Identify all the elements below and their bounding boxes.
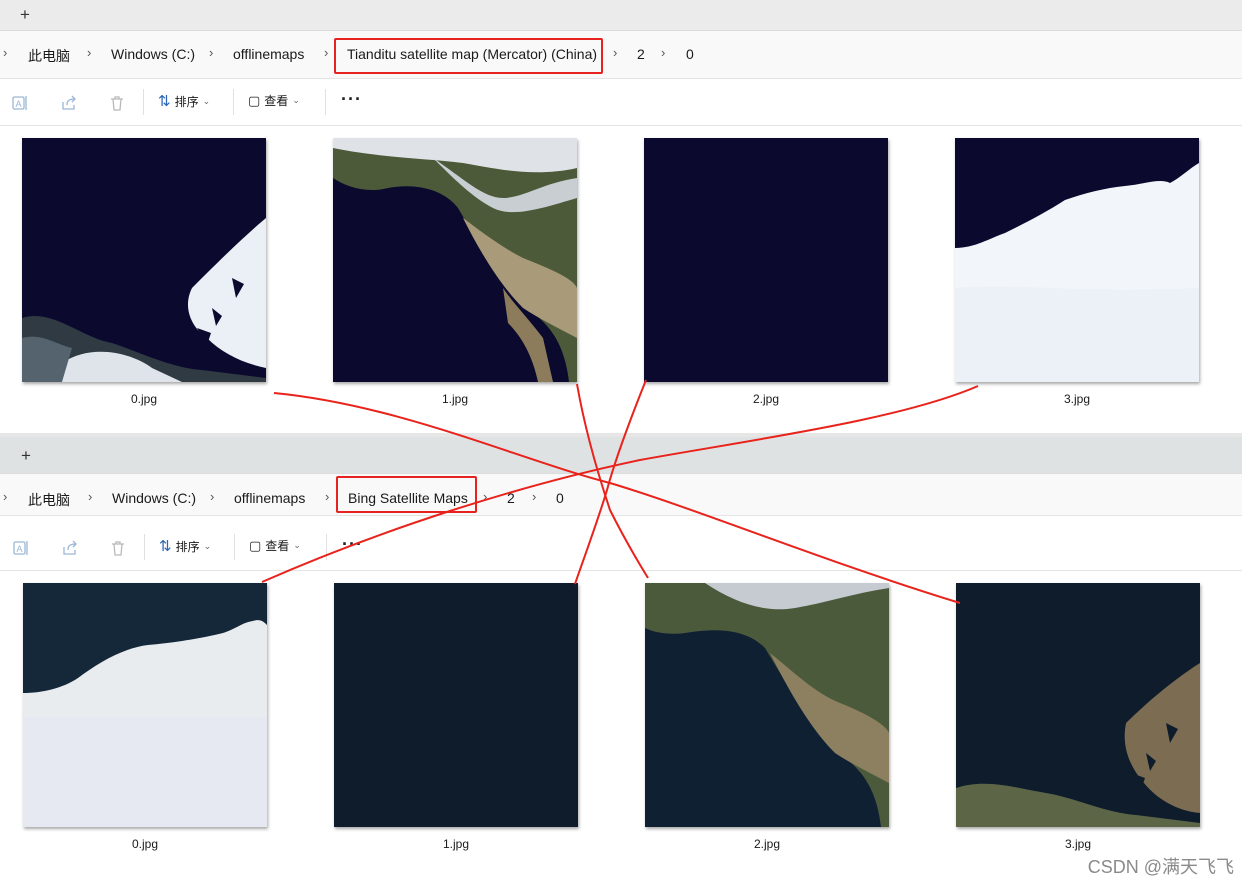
chevron-right-icon[interactable]: › bbox=[324, 45, 328, 60]
sort-label: 排序 bbox=[175, 539, 200, 554]
explorer-window-bing: + › 此电脑 › Windows (C:) › offlinemaps › B… bbox=[0, 437, 1242, 885]
file-name[interactable]: 0.jpg bbox=[23, 837, 267, 851]
file-name[interactable]: 1.jpg bbox=[334, 837, 578, 851]
breadcrumb-zoom-level[interactable]: 2 bbox=[637, 46, 645, 62]
breadcrumb-drive-c[interactable]: Windows (C:) bbox=[111, 46, 195, 62]
breadcrumb-this-pc[interactable]: 此电脑 bbox=[28, 490, 70, 510]
chevron-right-icon[interactable]: › bbox=[87, 45, 91, 60]
chevron-down-icon: ⌄ bbox=[292, 95, 300, 105]
sort-button[interactable]: ⇅ 排序 ⌄ bbox=[159, 537, 211, 555]
chevron-down-icon: ⌄ bbox=[203, 540, 212, 551]
chevron-right-icon[interactable]: › bbox=[210, 489, 214, 504]
svg-text:A: A bbox=[16, 544, 22, 554]
more-icon[interactable]: ··· bbox=[342, 534, 363, 555]
share-icon[interactable] bbox=[60, 94, 78, 112]
file-thumbnail-2[interactable] bbox=[644, 138, 888, 382]
file-name[interactable]: 2.jpg bbox=[645, 837, 889, 851]
view-label: 查看 bbox=[265, 539, 290, 553]
breadcrumb-drive-c[interactable]: Windows (C:) bbox=[112, 490, 196, 506]
sort-icon: ⇅ bbox=[158, 93, 171, 110]
file-thumbnail-0[interactable] bbox=[23, 583, 267, 827]
file-thumbnail-3[interactable] bbox=[956, 583, 1200, 827]
view-icon: ▢ bbox=[248, 92, 261, 108]
breadcrumb-offlinemaps[interactable]: offlinemaps bbox=[234, 490, 305, 506]
command-bar: A ⇅ 排序 ⌄ ▢ 查看 ⌄ ··· bbox=[0, 524, 1242, 571]
view-icon: ▢ bbox=[249, 537, 262, 553]
share-icon[interactable] bbox=[61, 539, 79, 557]
toolbar-separator bbox=[234, 534, 235, 560]
new-tab-button[interactable]: + bbox=[14, 4, 36, 26]
file-name[interactable]: 0.jpg bbox=[22, 392, 266, 406]
watermark: CSDN @满天飞飞 bbox=[1087, 857, 1234, 877]
highlight-box bbox=[334, 38, 603, 74]
address-bar: › 此电脑 › Windows (C:) › offlinemaps › Tia… bbox=[0, 31, 1242, 79]
command-bar: A ⇅ 排序 ⌄ ▢ 查看 ⌄ ··· bbox=[0, 79, 1242, 126]
view-button[interactable]: ▢ 查看 ⌄ bbox=[248, 92, 300, 109]
file-thumbnail-1[interactable] bbox=[334, 583, 578, 827]
address-bar: › 此电脑 › Windows (C:) › offlinemaps › Bin… bbox=[0, 474, 1242, 516]
breadcrumb-row[interactable]: 0 bbox=[556, 490, 564, 506]
chevron-down-icon: ⌄ bbox=[293, 540, 301, 550]
view-label: 查看 bbox=[264, 94, 289, 108]
file-name[interactable]: 2.jpg bbox=[644, 392, 888, 406]
file-name[interactable]: 3.jpg bbox=[955, 392, 1199, 406]
file-thumbnail-0[interactable] bbox=[22, 138, 266, 382]
chevron-right-icon[interactable]: › bbox=[613, 45, 617, 60]
explorer-window-tianditu: + › 此电脑 › Windows (C:) › offlinemaps › T… bbox=[0, 0, 1242, 433]
chevron-right-icon[interactable]: › bbox=[661, 45, 665, 60]
file-thumbnail-2[interactable] bbox=[645, 583, 889, 827]
chevron-right-icon[interactable]: › bbox=[325, 489, 329, 504]
rename-icon[interactable]: A bbox=[12, 539, 30, 557]
chevron-right-icon[interactable]: › bbox=[88, 489, 92, 504]
breadcrumb-zoom-level[interactable]: 2 bbox=[507, 490, 515, 506]
more-icon[interactable]: ··· bbox=[341, 89, 362, 110]
file-thumbnail-3[interactable] bbox=[955, 138, 1199, 382]
file-name[interactable]: 3.jpg bbox=[956, 837, 1200, 851]
delete-icon[interactable] bbox=[109, 539, 127, 557]
sort-label: 排序 bbox=[174, 94, 199, 109]
chevron-right-icon[interactable]: › bbox=[209, 45, 213, 60]
tab-bar: + bbox=[0, 0, 1242, 31]
chevron-down-icon: ⌄ bbox=[202, 95, 211, 106]
new-tab-button[interactable]: + bbox=[15, 445, 37, 467]
sort-icon: ⇅ bbox=[159, 538, 172, 555]
toolbar-separator bbox=[325, 89, 326, 115]
file-name[interactable]: 1.jpg bbox=[333, 392, 577, 406]
file-thumbnail-1[interactable] bbox=[333, 138, 577, 382]
toolbar-separator bbox=[233, 89, 234, 115]
chevron-right-icon[interactable]: › bbox=[532, 489, 536, 504]
breadcrumb-offlinemaps[interactable]: offlinemaps bbox=[233, 46, 304, 62]
chevron-right-icon[interactable]: › bbox=[3, 45, 7, 60]
chevron-right-icon[interactable]: › bbox=[3, 489, 7, 504]
tab-bar: + bbox=[0, 437, 1242, 474]
highlight-box bbox=[336, 476, 477, 513]
breadcrumb-row[interactable]: 0 bbox=[686, 46, 694, 62]
breadcrumb-this-pc[interactable]: 此电脑 bbox=[28, 46, 70, 66]
view-button[interactable]: ▢ 查看 ⌄ bbox=[249, 537, 301, 554]
toolbar-separator bbox=[143, 89, 144, 115]
svg-text:A: A bbox=[15, 99, 21, 109]
toolbar-separator bbox=[326, 534, 327, 560]
toolbar-separator bbox=[144, 534, 145, 560]
rename-icon[interactable]: A bbox=[11, 94, 29, 112]
sort-button[interactable]: ⇅ 排序 ⌄ bbox=[158, 92, 210, 110]
delete-icon[interactable] bbox=[108, 94, 126, 112]
chevron-right-icon[interactable]: › bbox=[483, 489, 487, 504]
